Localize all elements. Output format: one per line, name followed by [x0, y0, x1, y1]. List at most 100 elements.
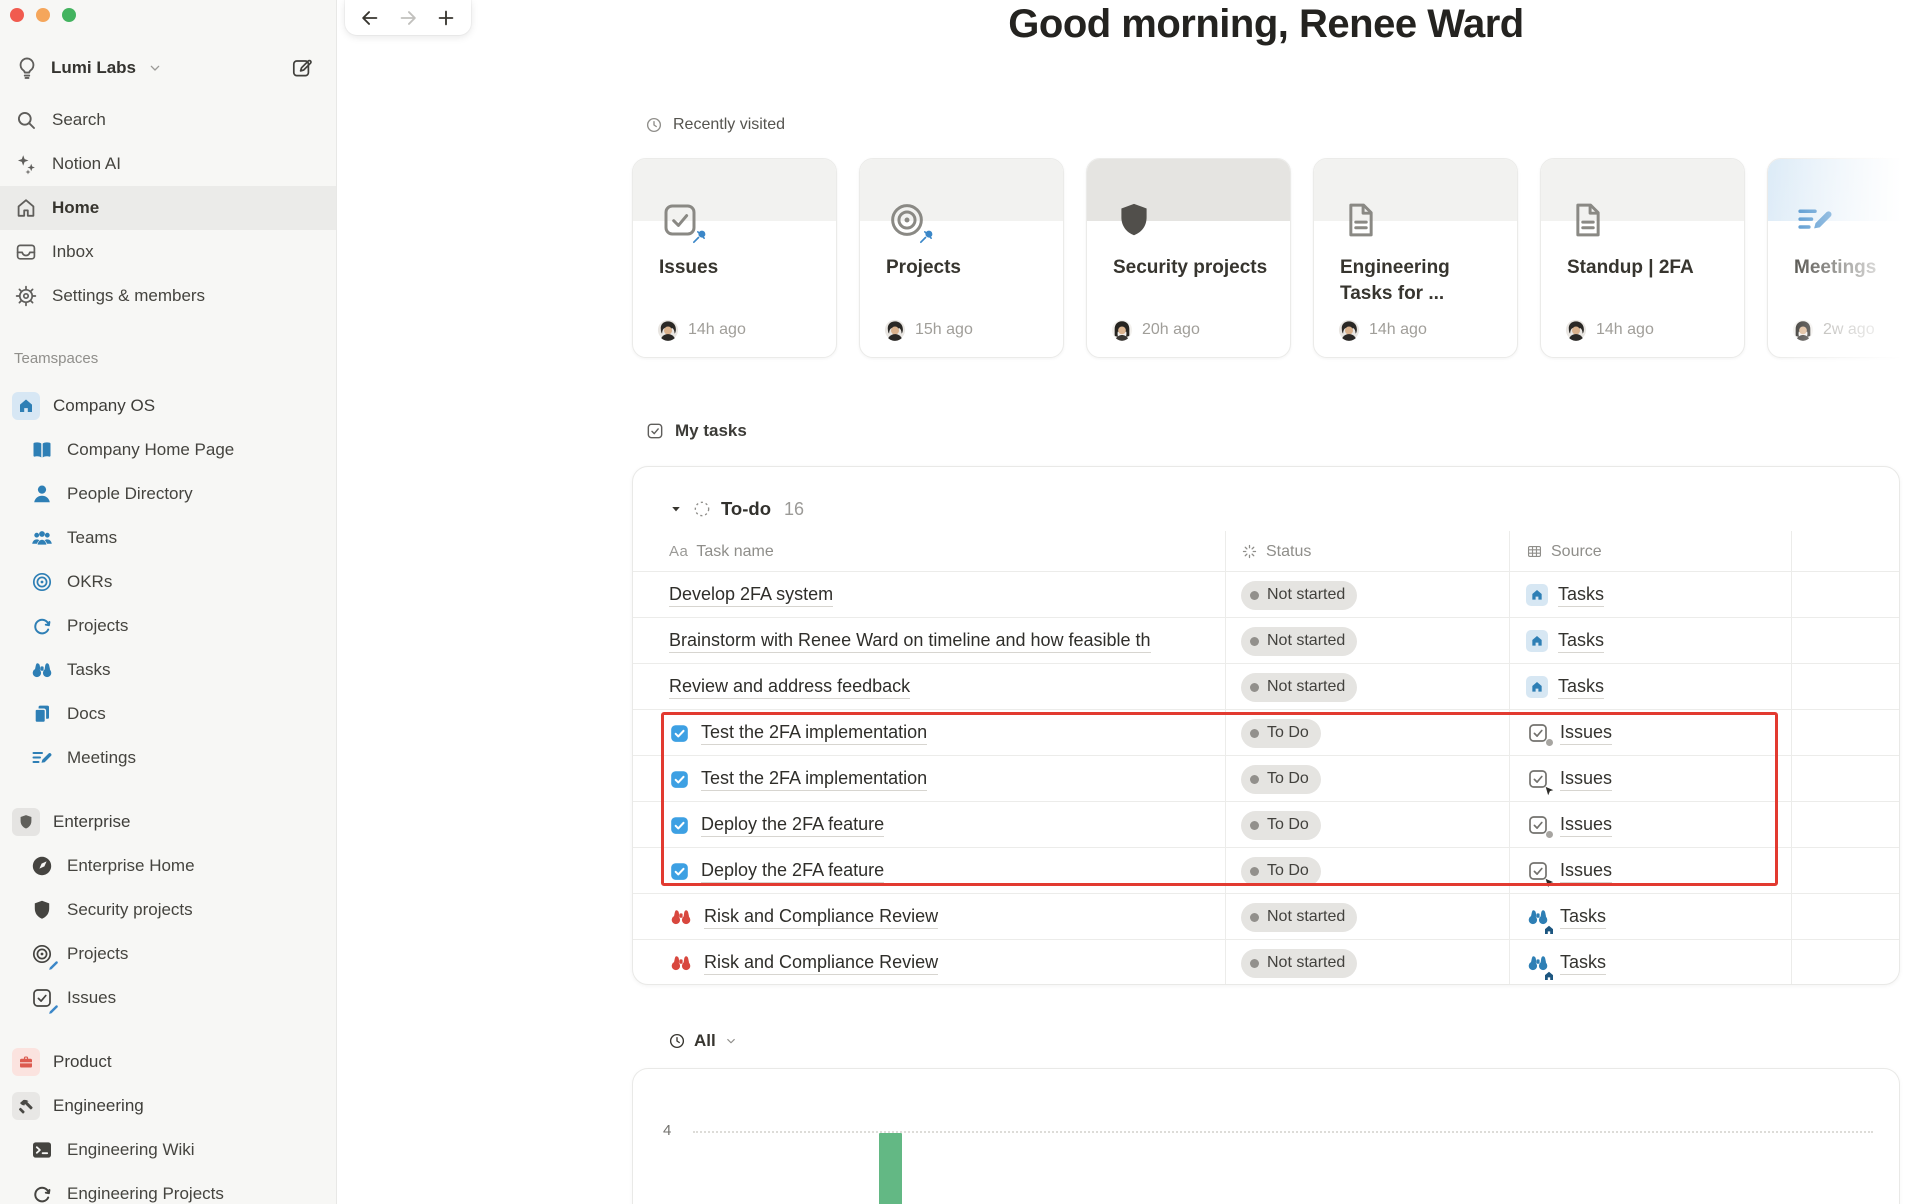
teamspace-engineering[interactable]: Engineering	[0, 1084, 336, 1128]
sidebar-item-inbox[interactable]: Inbox	[0, 230, 336, 274]
sidebar-item-home[interactable]: Home	[0, 186, 336, 230]
task-row[interactable]: Brainstorm with Renee Ward on timeline a…	[633, 618, 1899, 664]
task-row[interactable]: Deploy the 2FA feature To Do Issues	[633, 802, 1899, 848]
status-cell[interactable]: To Do	[1241, 710, 1321, 756]
sidebar-item-engineering-wiki[interactable]: Engineering Wiki	[0, 1128, 336, 1172]
column-source[interactable]: Source	[1526, 531, 1602, 572]
task-row[interactable]: Risk and Compliance Review Not started Tas…	[633, 940, 1899, 984]
task-row[interactable]: Test the 2FA implementation To Do Issues	[633, 756, 1899, 802]
forward-arrow-icon[interactable]	[397, 7, 419, 29]
task-name-text: Risk and Compliance Review	[704, 952, 939, 975]
teamspace-enterprise[interactable]: Enterprise	[0, 800, 336, 844]
sidebar-item-search[interactable]: Search	[0, 98, 336, 142]
source-cell[interactable]: Issues	[1526, 710, 1613, 756]
recent-card-projects[interactable]: Projects 15h ago	[859, 158, 1064, 358]
checked-checkbox-icon[interactable]	[669, 769, 690, 790]
task-name-cell[interactable]: Risk and Compliance Review	[669, 940, 1217, 984]
clock-icon	[668, 1032, 686, 1050]
status-cell[interactable]: To Do	[1241, 802, 1321, 848]
source-cell[interactable]: Tasks	[1526, 664, 1605, 710]
task-name-cell[interactable]: Test the 2FA implementation	[669, 756, 1217, 802]
checked-checkbox-icon[interactable]	[669, 815, 690, 836]
sidebar-item-teams[interactable]: Teams	[0, 516, 336, 560]
source-cell[interactable]: Tasks	[1526, 940, 1607, 984]
sidebar-item-notion-ai[interactable]: Notion AI	[0, 142, 336, 186]
task-row[interactable]: Develop 2FA system Not started Tasks	[633, 572, 1899, 618]
source-cell[interactable]: Issues	[1526, 848, 1613, 894]
recent-card-security-projects[interactable]: Security projects 20h ago	[1086, 158, 1291, 358]
source-cell[interactable]: Issues	[1526, 802, 1613, 848]
task-name-cell[interactable]: Review and address feedback	[669, 664, 1217, 710]
sidebar-item-projects[interactable]: Projects	[0, 932, 336, 976]
column-status[interactable]: Status	[1241, 531, 1311, 572]
sidebar-item-people-directory[interactable]: People Directory	[0, 472, 336, 516]
sidebar-item-company-home-page[interactable]: Company Home Page	[0, 428, 336, 472]
status-cell[interactable]: Not started	[1241, 894, 1358, 940]
notion-app-window: Lumi Labs Search Notion AI Home Inbox Settin…	[0, 0, 1920, 1204]
collapse-triangle-icon[interactable]	[669, 502, 683, 516]
task-name-cell[interactable]: Risk and Compliance Review	[669, 894, 1217, 940]
sidebar-item-enterprise-home[interactable]: Enterprise Home	[0, 844, 336, 888]
card-title: Security projects	[1113, 257, 1268, 278]
status-cell[interactable]: Not started	[1241, 940, 1358, 984]
sidebar-item-settings-members[interactable]: Settings & members	[0, 274, 336, 318]
binoculars-icon	[669, 951, 693, 975]
teamspace-company-os[interactable]: Company OS	[0, 384, 336, 428]
back-arrow-icon[interactable]	[359, 7, 381, 29]
status-badge[interactable]: To Do	[1241, 764, 1321, 794]
recent-card-engineering-tasks-for[interactable]: Engineering Tasks for ... 14h ago	[1313, 158, 1518, 358]
source-cell[interactable]: Tasks	[1526, 894, 1607, 940]
recent-card-meetings[interactable]: Meetings 2w ago	[1767, 158, 1920, 358]
sidebar-item-docs[interactable]: Docs	[0, 692, 336, 736]
status-badge[interactable]: Not started	[1241, 626, 1358, 656]
sidebar-item-security-projects[interactable]: Security projects	[0, 888, 336, 932]
minimize-window-button[interactable]	[36, 8, 50, 22]
recent-card-issues[interactable]: Issues 14h ago	[632, 158, 837, 358]
zoom-window-button[interactable]	[62, 8, 76, 22]
recent-card-standup-2fa[interactable]: Standup | 2FA 14h ago	[1540, 158, 1745, 358]
status-cell[interactable]: To Do	[1241, 848, 1321, 894]
sidebar-item-tasks[interactable]: Tasks	[0, 648, 336, 692]
source-cell[interactable]: Issues	[1526, 756, 1613, 802]
status-badge[interactable]: To Do	[1241, 718, 1321, 748]
task-row[interactable]: Review and address feedback Not started Ta…	[633, 664, 1899, 710]
status-cell[interactable]: Not started	[1241, 618, 1358, 664]
status-badge[interactable]: To Do	[1241, 856, 1321, 886]
chart-filter[interactable]: All	[668, 1031, 738, 1051]
task-name-text: Test the 2FA implementation	[701, 768, 928, 791]
sidebar-item-projects[interactable]: Projects	[0, 604, 336, 648]
status-cell[interactable]: To Do	[1241, 756, 1321, 802]
recently-visited-cards: Issues 14h ago Projects 15h ago Security pro…	[632, 158, 1920, 358]
task-row[interactable]: Test the 2FA implementation To Do Issues	[633, 710, 1899, 756]
source-cell[interactable]: Tasks	[1526, 618, 1605, 664]
sidebar-item-okrs[interactable]: OKRs	[0, 560, 336, 604]
new-tab-plus-icon[interactable]	[435, 7, 457, 29]
close-window-button[interactable]	[10, 8, 24, 22]
sidebar-item-engineering-projects[interactable]: Engineering Projects	[0, 1172, 336, 1204]
workspace-switcher[interactable]: Lumi Labs	[0, 48, 336, 88]
task-name-cell[interactable]: Brainstorm with Renee Ward on timeline a…	[669, 618, 1217, 664]
checked-checkbox-icon[interactable]	[669, 723, 690, 744]
todo-group-header[interactable]: To-do 16	[669, 487, 804, 531]
status-badge[interactable]: Not started	[1241, 948, 1358, 978]
checked-checkbox-icon[interactable]	[669, 861, 690, 882]
status-cell[interactable]: Not started	[1241, 664, 1358, 710]
status-badge[interactable]: Not started	[1241, 902, 1358, 932]
task-name-cell[interactable]: Develop 2FA system	[669, 572, 1217, 618]
status-badge[interactable]: Not started	[1241, 672, 1358, 702]
teamspace-group-engineering: Engineering Engineering Wiki Engineering P…	[0, 1084, 336, 1204]
task-row[interactable]: Risk and Compliance Review Not started Tas…	[633, 894, 1899, 940]
task-row[interactable]: Deploy the 2FA feature To Do Issues	[633, 848, 1899, 894]
task-name-cell[interactable]: Deploy the 2FA feature	[669, 802, 1217, 848]
column-task-name[interactable]: Aa Task name	[669, 531, 774, 572]
task-name-cell[interactable]: Test the 2FA implementation	[669, 710, 1217, 756]
source-cell[interactable]: Tasks	[1526, 572, 1605, 618]
compose-icon[interactable]	[290, 56, 314, 80]
status-cell[interactable]: Not started	[1241, 572, 1358, 618]
status-badge[interactable]: Not started	[1241, 580, 1358, 610]
task-name-cell[interactable]: Deploy the 2FA feature	[669, 848, 1217, 894]
status-badge[interactable]: To Do	[1241, 810, 1321, 840]
teamspace-product[interactable]: Product	[0, 1040, 336, 1084]
sidebar-item-issues[interactable]: Issues	[0, 976, 336, 1020]
sidebar-item-meetings[interactable]: Meetings	[0, 736, 336, 780]
